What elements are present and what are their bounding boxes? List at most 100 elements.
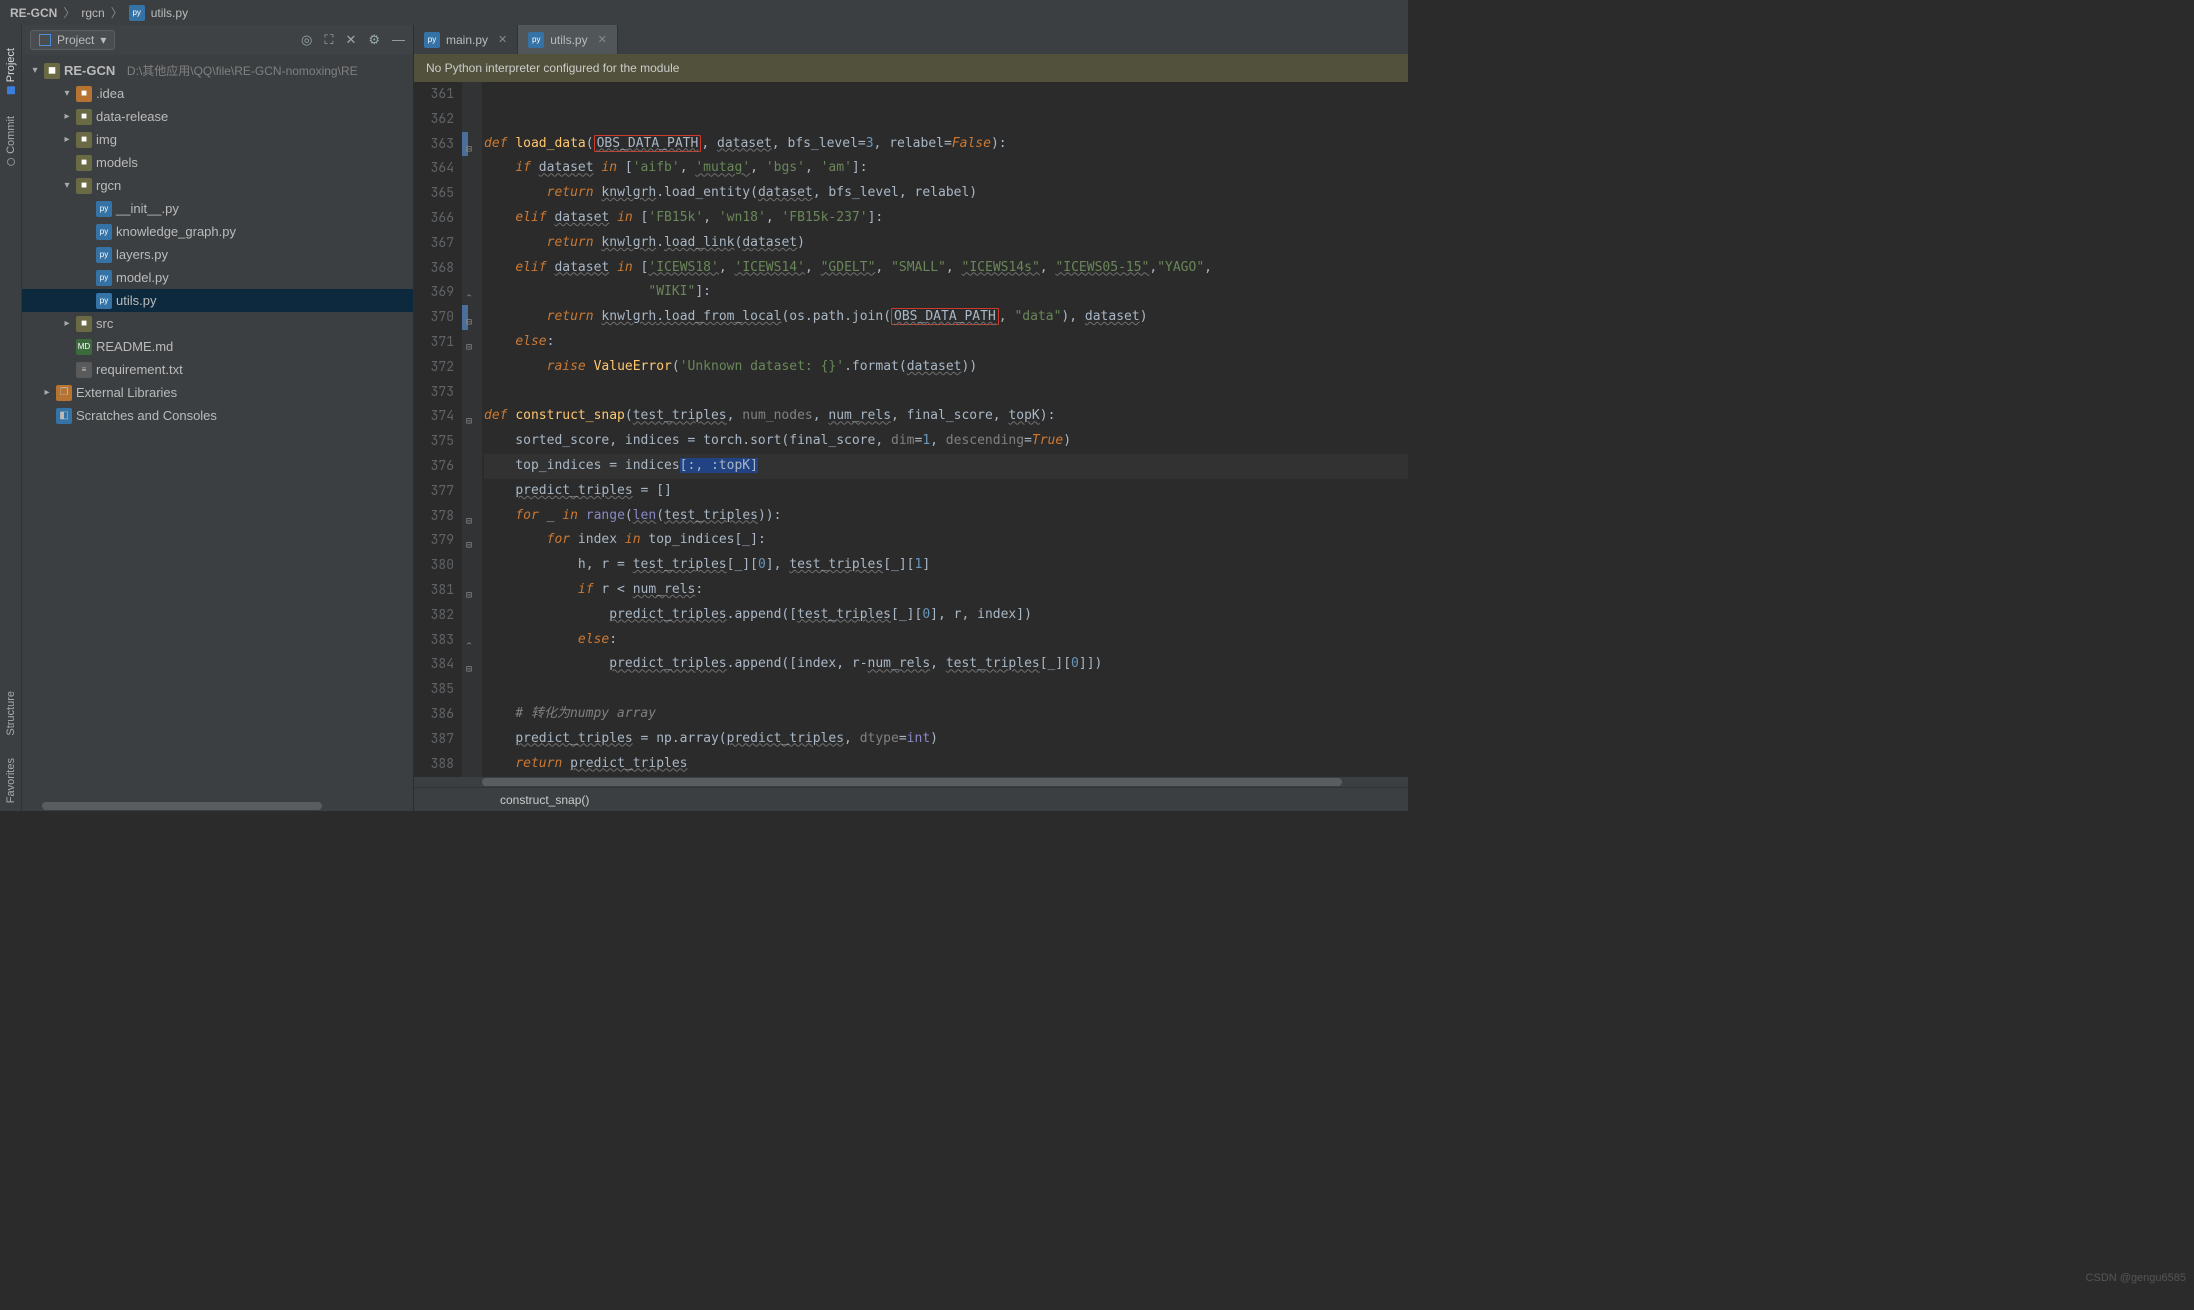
crumb-sep: 〉 <box>111 4 123 21</box>
tree-item-label: layers.py <box>116 247 168 262</box>
code-area[interactable]: 3613623633643653663673683693703713723733… <box>414 82 1408 777</box>
py-icon: py <box>96 247 112 263</box>
close-icon[interactable]: ✕ <box>498 33 507 46</box>
tree-item[interactable]: ■ models <box>22 151 413 174</box>
gear-icon[interactable]: ⚙ <box>368 32 380 48</box>
project-icon <box>7 86 15 94</box>
editor-tab[interactable]: pymain.py✕ <box>414 25 518 54</box>
tree-item[interactable]: py layers.py <box>22 243 413 266</box>
fld-icon: ■ <box>76 132 92 148</box>
tree-item[interactable]: ≡ requirement.txt <box>22 358 413 381</box>
tree-item[interactable]: ◧ Scratches and Consoles <box>22 404 413 427</box>
lib-icon: ❐ <box>56 385 72 401</box>
tree-item[interactable]: py __init__.py <box>22 197 413 220</box>
fold-icon[interactable]: ⊟ <box>466 509 472 534</box>
project-tree[interactable]: ▾ ◼ RE-GCN D:\其他应用\QQ\file\RE-GCN-nomoxi… <box>22 55 413 801</box>
tree-item-label: models <box>96 155 138 170</box>
fold-icon[interactable]: ⊟ <box>466 335 472 360</box>
tree-item-label: data-release <box>96 109 168 124</box>
crumb-folder[interactable]: rgcn <box>81 6 104 20</box>
python-icon: py <box>129 5 145 21</box>
tree-item-label: README.md <box>96 339 173 354</box>
project-view-selector[interactable]: Project ▾ <box>30 30 115 50</box>
locate-icon[interactable]: ◎ <box>301 32 312 48</box>
fld-icon: ■ <box>76 178 92 194</box>
project-tool-window: Project ▾ ◎ ⛶ ✕ ⚙ — ▾ ◼ RE-GCN D:\其他应用\Q… <box>22 25 414 811</box>
tree-item-label: img <box>96 132 117 147</box>
chevron-down-icon: ▾ <box>100 33 106 47</box>
py-icon: py <box>96 293 112 309</box>
fold-gutter[interactable]: ⊟⊟⊟⊟⊟⊟⊟⊟⌃⌃ <box>462 82 482 777</box>
tree-item[interactable]: MD README.md <box>22 335 413 358</box>
project-icon <box>39 34 51 46</box>
tree-item[interactable]: py model.py <box>22 266 413 289</box>
fold-icon[interactable]: ⊟ <box>466 657 472 682</box>
txt-icon: ≡ <box>76 362 92 378</box>
tree-root[interactable]: ▾ ◼ RE-GCN D:\其他应用\QQ\file\RE-GCN-nomoxi… <box>22 59 413 82</box>
py-icon: py <box>96 270 112 286</box>
tree-arrow-icon[interactable]: ▾ <box>62 88 72 99</box>
tree-item[interactable]: ▸ ❐ External Libraries <box>22 381 413 404</box>
tree-item-label: .idea <box>96 86 124 101</box>
collapse-all-icon[interactable]: ✕ <box>345 32 356 48</box>
fold-icon[interactable]: ⊟ <box>466 310 472 335</box>
commit-icon <box>7 158 15 166</box>
tree-item-label: knowledge_graph.py <box>116 224 236 239</box>
tree-item-label: Scratches and Consoles <box>76 408 217 423</box>
tree-item-label: model.py <box>116 270 169 285</box>
py-icon: py <box>96 201 112 217</box>
expand-all-icon[interactable]: ⛶ <box>324 32 333 48</box>
nav-breadcrumbs: RE-GCN 〉 rgcn 〉 py utils.py <box>0 0 1408 25</box>
tree-arrow-icon[interactable]: ▾ <box>62 180 72 191</box>
tree-item-label: utils.py <box>116 293 156 308</box>
crumb-root[interactable]: RE-GCN <box>10 6 57 20</box>
fold-icon[interactable]: ⊟ <box>466 409 472 434</box>
py-icon: py <box>96 224 112 240</box>
fld-icon: ■ <box>76 109 92 125</box>
tree-arrow-icon[interactable]: ▸ <box>62 111 72 122</box>
tree-item-label: External Libraries <box>76 385 177 400</box>
tool-window-bar-left: Project Commit Structure Favorites <box>0 25 22 811</box>
sidebar-tool-structure[interactable]: Structure <box>5 683 17 744</box>
breadcrumb-function[interactable]: construct_snap() <box>500 793 589 807</box>
python-icon: py <box>528 32 544 48</box>
sidebar-tool-project[interactable]: Project <box>5 40 17 102</box>
sidebar-tool-favorites[interactable]: Favorites <box>5 750 17 811</box>
tree-item[interactable]: ▸ ■ src <box>22 312 413 335</box>
interpreter-warning-banner[interactable]: No Python interpreter configured for the… <box>414 54 1408 82</box>
close-icon[interactable]: ✕ <box>598 33 607 46</box>
fold-icon[interactable]: ⊟ <box>466 533 472 558</box>
fold-icon[interactable]: ⊟ <box>466 583 472 608</box>
tree-item[interactable]: py knowledge_graph.py <box>22 220 413 243</box>
fold-icon[interactable]: ⌃ <box>466 285 472 310</box>
code-text[interactable]: def load_data(OBS_DATA_PATH, dataset, bf… <box>482 82 1408 777</box>
fold-icon[interactable]: ⌃ <box>466 633 472 658</box>
chevron-down-icon[interactable]: ▾ <box>30 65 40 76</box>
editor-tab[interactable]: pyutils.py✕ <box>518 25 618 54</box>
editor: pymain.py✕pyutils.py✕ No Python interpre… <box>414 25 1408 811</box>
fold-icon[interactable]: ⊟ <box>466 137 472 162</box>
tree-arrow-icon[interactable]: ▸ <box>62 318 72 329</box>
tree-arrow-icon[interactable]: ▸ <box>62 134 72 145</box>
tree-item-label: src <box>96 316 113 331</box>
tree-item-label: __init__.py <box>116 201 179 216</box>
watermark: CSDN @gengu6585 <box>2086 1272 2186 1284</box>
sidebar-tool-commit[interactable]: Commit <box>5 108 17 174</box>
editor-tabs: pymain.py✕pyutils.py✕ <box>414 25 1408 54</box>
crumb-file[interactable]: utils.py <box>151 6 188 20</box>
tree-horizontal-scrollbar[interactable] <box>22 801 413 811</box>
tree-arrow-icon[interactable]: ▸ <box>42 387 52 398</box>
project-toolbar: Project ▾ ◎ ⛶ ✕ ⚙ — <box>22 25 413 55</box>
hide-icon[interactable]: — <box>392 32 405 48</box>
tree-item-label: rgcn <box>96 178 121 193</box>
tree-item[interactable]: ▸ ■ data-release <box>22 105 413 128</box>
tree-item[interactable]: ▾ ■ .idea <box>22 82 413 105</box>
editor-breadcrumb-bar: construct_snap() <box>414 787 1408 811</box>
tree-item-label: requirement.txt <box>96 362 183 377</box>
tree-item[interactable]: py utils.py <box>22 289 413 312</box>
editor-horizontal-scrollbar[interactable] <box>414 777 1408 787</box>
line-number-gutter: 3613623633643653663673683693703713723733… <box>414 82 462 777</box>
tree-item[interactable]: ▸ ■ img <box>22 128 413 151</box>
scr-icon: ◧ <box>56 408 72 424</box>
tree-item[interactable]: ▾ ■ rgcn <box>22 174 413 197</box>
